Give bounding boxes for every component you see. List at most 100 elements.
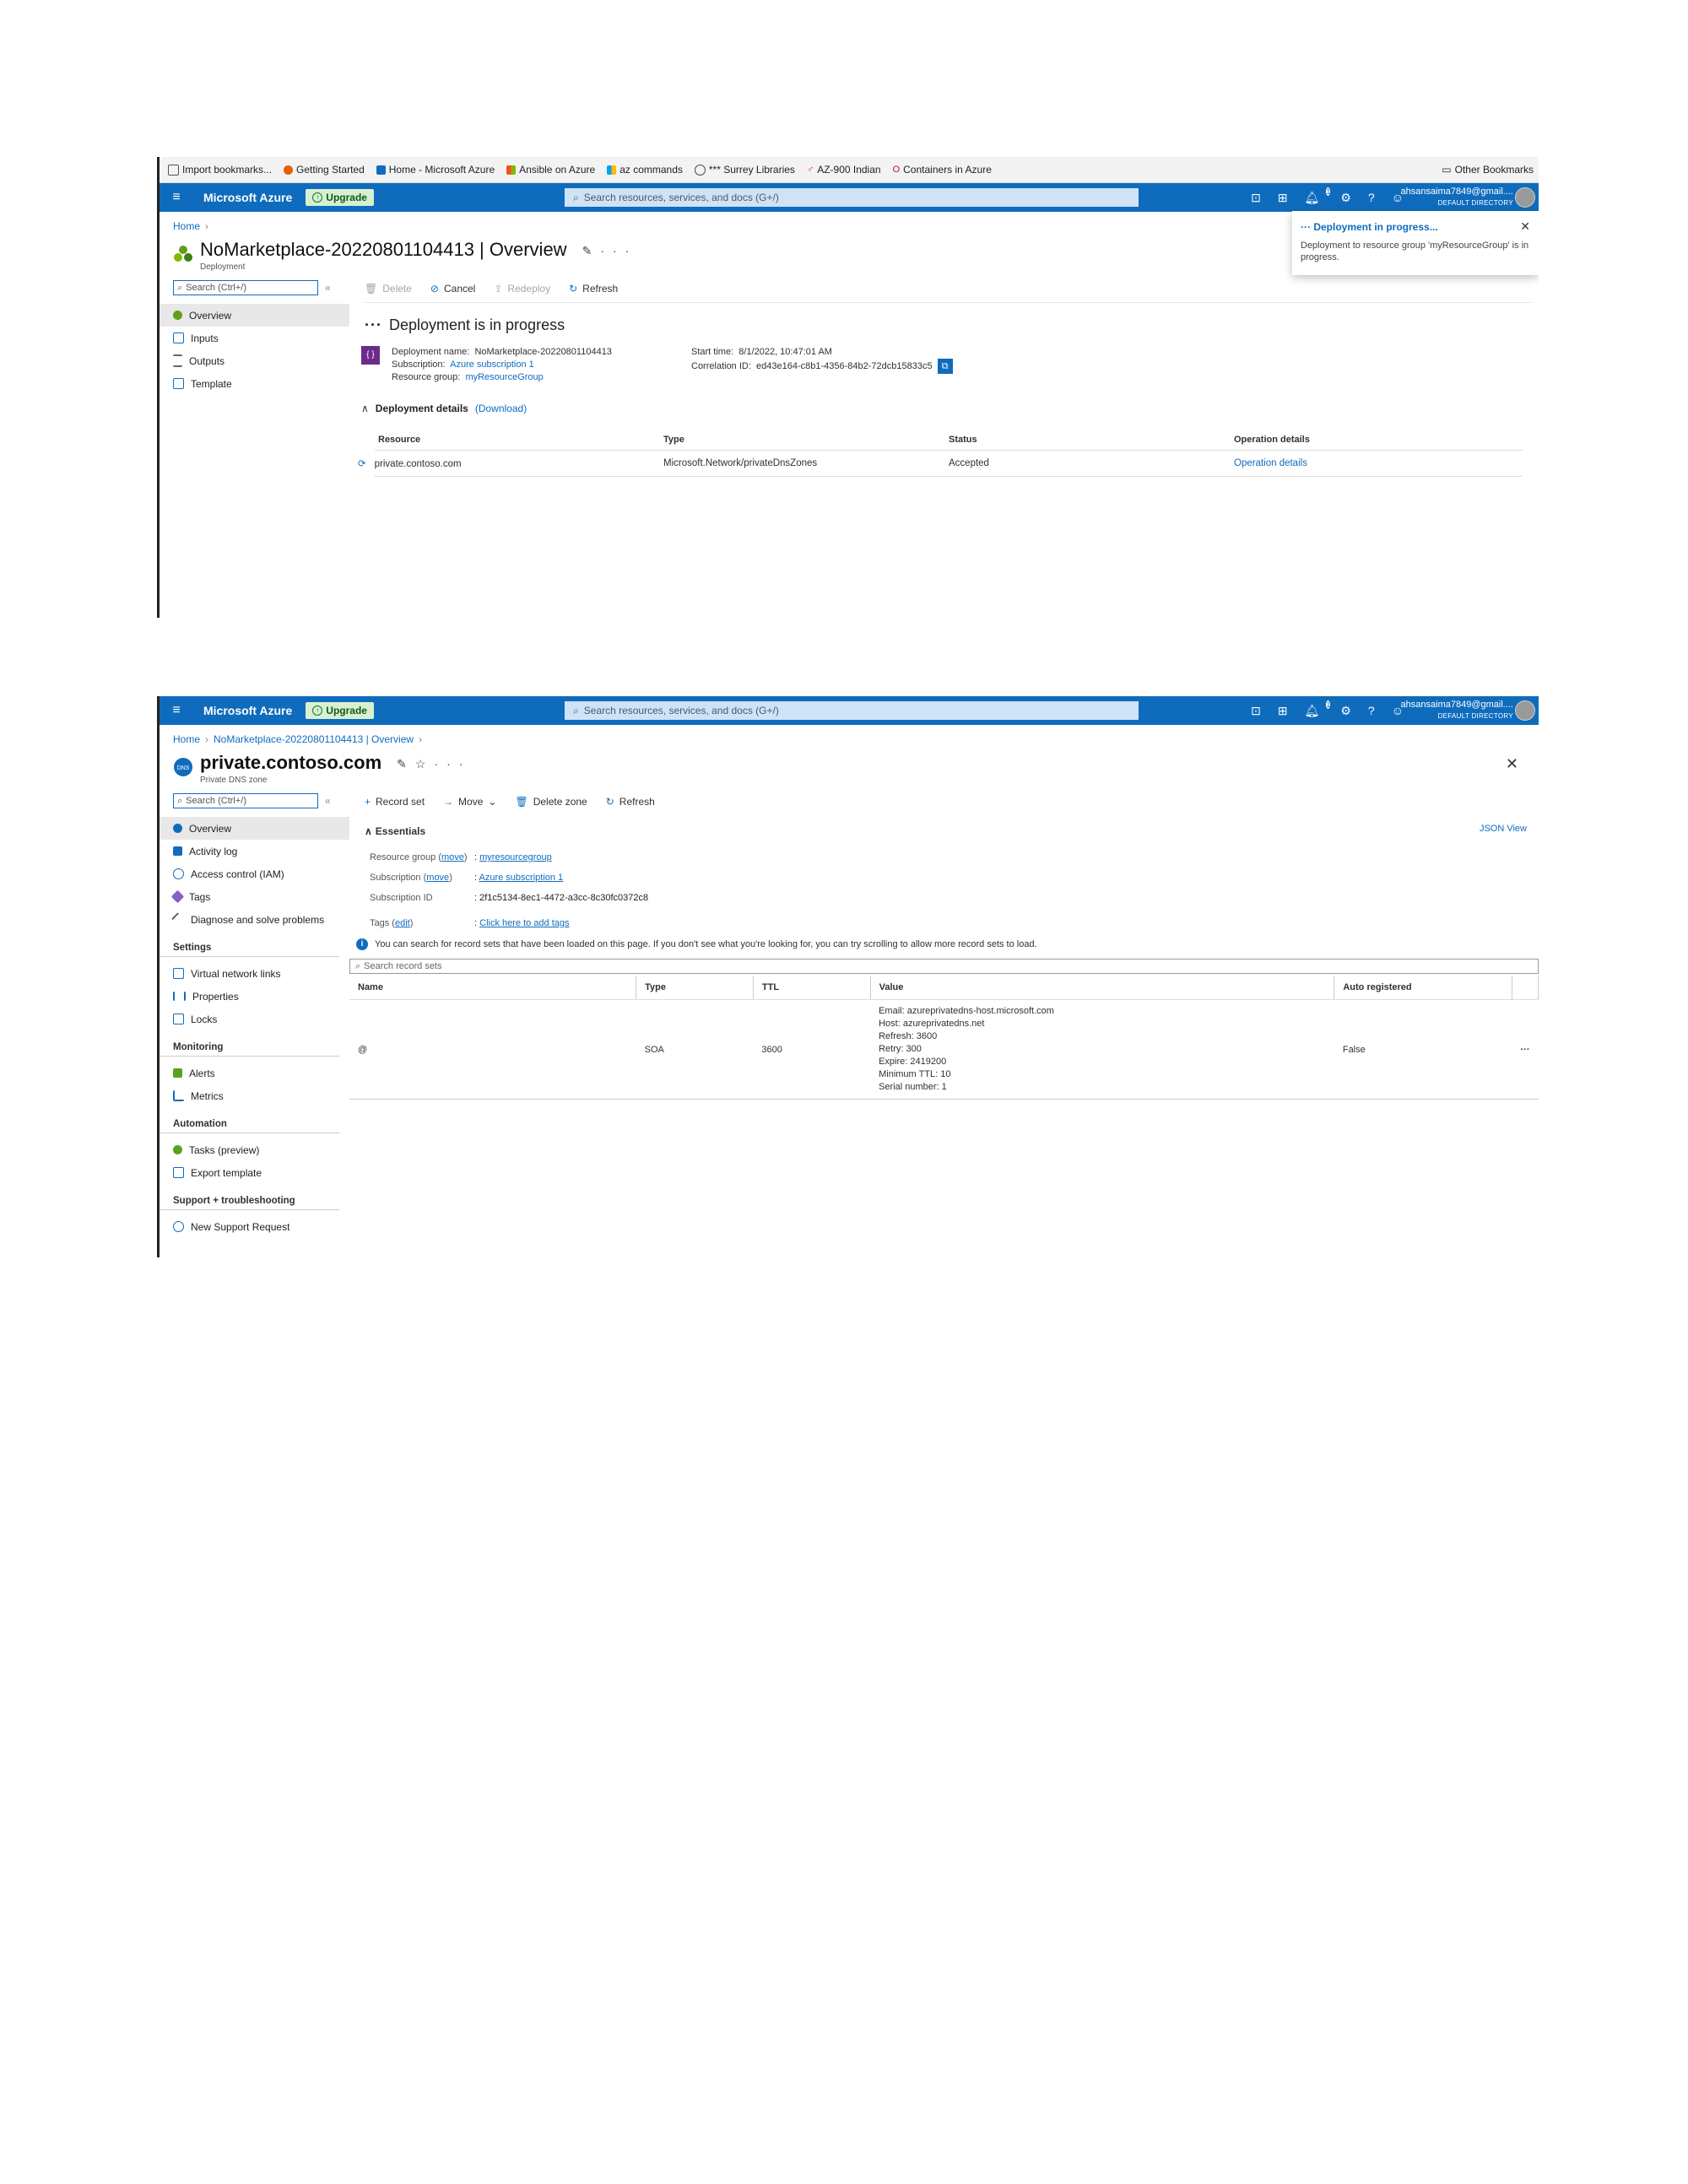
more-icon[interactable]: ···	[434, 757, 471, 770]
star-icon[interactable]: ☆	[415, 757, 435, 770]
table-row[interactable]: @ SOA 3600 Email: azureprivatedns-host.m…	[349, 999, 1539, 1100]
collapse-sidebar-icon[interactable]: «	[325, 795, 331, 807]
collapse-sidebar-icon[interactable]: «	[325, 282, 331, 294]
sidebar-item-outputs[interactable]: Outputs	[160, 349, 349, 372]
pin-icon[interactable]: ✎	[582, 244, 601, 257]
menu-icon[interactable]: ≡	[160, 703, 193, 718]
sidebar-item-properties[interactable]: Properties	[160, 985, 349, 1008]
subscription-link[interactable]: Azure subscription 1	[479, 873, 564, 883]
sidebar-item-tasks[interactable]: Tasks (preview)	[160, 1138, 349, 1161]
close-icon[interactable]: ✕	[1520, 219, 1530, 234]
column-header[interactable]: Value	[870, 976, 1335, 1000]
directory-filter-icon[interactable]: ⊞	[1278, 704, 1288, 718]
close-icon[interactable]: ✕	[1506, 755, 1518, 773]
breadcrumb-home[interactable]: Home	[173, 733, 200, 745]
bookmark-item[interactable]: az commands	[607, 164, 683, 176]
resource-group-link[interactable]: myResourceGroup	[465, 372, 543, 382]
cloud-shell-icon[interactable]: ⊡	[1251, 191, 1261, 205]
sidebar-item-metrics[interactable]: Metrics	[160, 1084, 349, 1107]
sidebar-item-inputs[interactable]: Inputs	[160, 327, 349, 349]
settings-gear-icon[interactable]: ⚙	[1340, 704, 1351, 718]
brand-title[interactable]: Microsoft Azure	[203, 704, 292, 717]
essentials-toggle[interactable]: ∧ Essentials	[365, 825, 1539, 837]
notifications-icon[interactable]: 🔔︎ 1	[1305, 700, 1331, 718]
delete-button[interactable]: 🗑︎ Delete	[365, 283, 412, 295]
sidebar-item-diagnose[interactable]: Diagnose and solve problems	[160, 908, 349, 931]
account-menu[interactable]: ahsansaima7849@gmail.... DEFAULT DIRECTO…	[1401, 700, 1513, 722]
global-search-input[interactable]: ⌕ Search resources, services, and docs (G…	[565, 701, 1139, 720]
sidebar-item-activity-log[interactable]: Activity log	[160, 840, 349, 862]
bookmark-item[interactable]: ♂ AZ-900 Indian	[807, 164, 881, 176]
more-icon[interactable]: ···	[600, 244, 637, 257]
refresh-button[interactable]: ↻ Refresh	[606, 796, 655, 808]
cloud-shell-icon[interactable]: ⊡	[1251, 704, 1261, 718]
subscription-link[interactable]: Azure subscription 1	[450, 359, 534, 370]
bookmark-item[interactable]: *** Surrey Libraries	[694, 164, 795, 176]
sidebar-item-tags[interactable]: Tags	[160, 885, 349, 908]
column-header[interactable]: Type	[636, 976, 754, 1000]
sidebar-search-input[interactable]: ⌕ Search (Ctrl+/)	[173, 793, 318, 808]
other-bookmarks[interactable]: ▭ Other Bookmarks	[1442, 164, 1534, 176]
brand-title[interactable]: Microsoft Azure	[203, 191, 292, 204]
sidebar-item-virtual-network-links[interactable]: Virtual network links	[160, 962, 349, 985]
copy-icon[interactable]: ⧉	[937, 359, 953, 374]
column-header[interactable]: TTL	[753, 976, 871, 1000]
edit-tags-link[interactable]: edit	[395, 918, 410, 928]
download-link[interactable]: (Download)	[475, 403, 527, 414]
bookmark-item[interactable]: Home - Microsoft Azure	[376, 164, 495, 176]
global-search-input[interactable]: ⌕ Search resources, services, and docs (G…	[565, 188, 1139, 207]
add-record-set-button[interactable]: + Record set	[365, 796, 425, 808]
chevron-right-icon: ›	[205, 733, 209, 745]
delete-zone-button[interactable]: 🗑︎ Delete zone	[515, 796, 587, 808]
json-view-link[interactable]: JSON View	[1480, 824, 1527, 834]
row-more-icon[interactable]: ···	[1512, 999, 1539, 1100]
bookmark-item[interactable]: Import bookmarks...	[168, 164, 272, 176]
sidebar-item-new-support-request[interactable]: New Support Request	[160, 1215, 349, 1238]
avatar[interactable]	[1515, 700, 1535, 721]
move-button[interactable]: → Move ⌄	[443, 796, 496, 808]
notifications-icon[interactable]: 🔔︎ 1	[1305, 187, 1331, 205]
redeploy-button[interactable]: ⇪ Redeploy	[494, 283, 550, 295]
bookmark-item[interactable]: Getting Started	[284, 164, 365, 176]
sidebar-item-export-template[interactable]: Export template	[160, 1161, 349, 1184]
sidebar-item-locks[interactable]: Locks	[160, 1008, 349, 1030]
deployment-details-header[interactable]: ∧ Deployment details (Download)	[361, 403, 1539, 414]
column-header: Operation details	[1231, 430, 1523, 451]
account-menu[interactable]: ahsansaima7849@gmail.... DEFAULT DIRECTO…	[1401, 187, 1513, 208]
sidebar-item-label: Tasks (preview)	[189, 1143, 260, 1156]
help-icon[interactable]: ?	[1368, 704, 1375, 717]
sidebar-search-input[interactable]: ⌕ Search (Ctrl+/)	[173, 280, 318, 295]
upgrade-button[interactable]: ↑ Upgrade	[306, 189, 374, 206]
move-resource-group-link[interactable]: move	[441, 852, 464, 862]
sidebar-item-overview[interactable]: Overview	[160, 817, 349, 840]
sidebar-item-overview[interactable]: Overview	[160, 304, 349, 327]
record-search-input[interactable]: ⌕ Search record sets	[349, 959, 1539, 974]
breadcrumb-deployment[interactable]: NoMarketplace-20220801104413 | Overview	[214, 733, 414, 745]
settings-gear-icon[interactable]: ⚙	[1340, 191, 1351, 205]
sidebar-item-iam[interactable]: Access control (IAM)	[160, 862, 349, 885]
operation-details-link[interactable]: Operation details	[1234, 458, 1307, 468]
main-content: 🗑︎ Delete ⊘ Cancel ⇪ Redeploy ↻ Refresh ··· D…	[349, 280, 1539, 477]
add-tags-link[interactable]: Click here to add tags	[479, 918, 569, 928]
menu-icon[interactable]: ≡	[160, 190, 193, 205]
refresh-button[interactable]: ↻ Refresh	[569, 283, 618, 295]
sidebar-item-alerts[interactable]: Alerts	[160, 1062, 349, 1084]
upgrade-button[interactable]: ↑ Upgrade	[306, 702, 374, 719]
bookmark-label: Import bookmarks...	[182, 164, 273, 176]
cancel-button[interactable]: ⊘ Cancel	[430, 283, 475, 295]
search-icon: ⌕	[177, 795, 183, 806]
breadcrumb-home[interactable]: Home	[173, 220, 200, 232]
column-header[interactable]: Auto registered	[1334, 976, 1512, 1000]
column-header[interactable]: Name	[349, 976, 637, 1000]
resource-group-link[interactable]: myresourcegroup	[479, 852, 552, 862]
avatar[interactable]	[1515, 187, 1535, 208]
toast-title[interactable]: ··· Deployment in progress...	[1301, 221, 1530, 233]
pin-icon[interactable]: ✎	[397, 757, 415, 770]
bookmark-icon: O	[892, 165, 901, 175]
help-icon[interactable]: ?	[1368, 191, 1375, 204]
sidebar-item-template[interactable]: Template	[160, 372, 349, 395]
bookmark-item[interactable]: O Containers in Azure	[893, 164, 992, 176]
move-subscription-link[interactable]: move	[426, 873, 449, 883]
directory-filter-icon[interactable]: ⊞	[1278, 191, 1288, 205]
bookmark-item[interactable]: Ansible on Azure	[506, 164, 595, 176]
